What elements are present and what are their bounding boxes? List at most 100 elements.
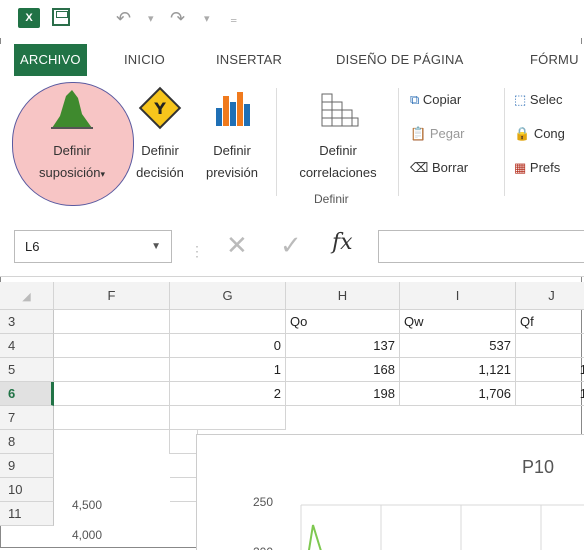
define-decision-label-2: decisión — [136, 165, 184, 180]
column-header-h[interactable]: H — [286, 282, 400, 310]
freeze-label: Cong — [533, 126, 565, 141]
table-cell[interactable]: 1,121 — [400, 358, 516, 382]
row-header-5[interactable]: 5 — [0, 358, 54, 382]
chart-plot — [300, 504, 584, 550]
row-header-6[interactable]: 6 — [0, 382, 54, 406]
tab-insertar[interactable]: INSERTAR — [216, 44, 282, 76]
redo-dropdown-icon[interactable]: ▾ — [204, 12, 210, 25]
table-cell[interactable]: Qo — [286, 310, 400, 334]
excel-logo-icon: X — [18, 8, 40, 28]
column-header-j[interactable]: J — [516, 282, 584, 310]
table-cell[interactable]: 137 — [286, 334, 400, 358]
corner-triangle-icon: ◢ — [22, 291, 31, 303]
table-cell[interactable] — [54, 358, 170, 382]
ribbon: Definir suposición▾ Y Definir decisión D… — [0, 76, 584, 217]
table-cell[interactable]: 2 — [170, 382, 286, 406]
column-header-i[interactable]: I — [400, 282, 516, 310]
name-box[interactable]: L6 ▼ — [14, 230, 172, 263]
ribbon-separator — [504, 88, 505, 196]
correlation-matrix-icon — [321, 93, 359, 127]
row-header-7[interactable]: 7 — [0, 406, 54, 430]
insert-function-icon[interactable]: fx — [332, 230, 353, 255]
table-cell[interactable] — [170, 478, 198, 502]
row-header-10[interactable]: 10 — [0, 478, 54, 502]
row-header-9[interactable]: 9 — [0, 454, 54, 478]
define-assumption-label-2: suposición▾ — [39, 165, 105, 180]
table-cell[interactable]: 1,706 — [400, 382, 516, 406]
table-cell[interactable]: 0 — [170, 334, 286, 358]
freeze-button[interactable]: 🔒 Cong — [514, 126, 565, 142]
table-cell[interactable]: Qf — [516, 310, 584, 334]
quick-access-toolbar: X ↶ ▾ ↷ ▾ ₌ — [0, 0, 584, 38]
row-header-4[interactable]: 4 — [0, 334, 54, 358]
enter-icon[interactable]: ✓ — [280, 230, 302, 260]
define-assumption-button[interactable]: Definir suposición▾ — [18, 86, 126, 185]
name-box-value: L6 — [25, 239, 40, 254]
save-icon[interactable] — [52, 8, 70, 26]
table-cell[interactable]: 168 — [286, 358, 400, 382]
chart-area[interactable]: P10 250 200 — [196, 434, 584, 550]
table-cell[interactable]: Qw — [400, 310, 516, 334]
table-cell[interactable] — [170, 454, 198, 478]
select-icon: ⬚ — [514, 92, 527, 107]
redo-icon[interactable]: ↷ — [170, 8, 185, 29]
column-header-f[interactable]: F — [54, 282, 170, 310]
paste-button[interactable]: 📋 Pegar — [410, 126, 465, 142]
clear-button[interactable]: ⌫ Borrar — [410, 160, 468, 176]
prefs-icon: ▦ — [514, 160, 527, 175]
undo-dropdown-icon[interactable]: ▾ — [148, 12, 154, 25]
group-label-definir: Definir — [314, 192, 349, 206]
table-cell[interactable] — [516, 334, 584, 358]
chevron-down-icon[interactable]: ▼ — [151, 231, 161, 262]
table-cell[interactable]: 198 — [286, 382, 400, 406]
tab-inicio[interactable]: INICIO — [124, 44, 165, 76]
table-cell[interactable] — [170, 406, 286, 430]
table-cell[interactable]: 1 — [170, 358, 286, 382]
define-forecast-label-2: previsión — [205, 165, 259, 180]
ribbon-tabs: ARCHIVO INICIO INSERTAR DISEÑO DE PÁGINA… — [0, 44, 584, 77]
spreadsheet-grid: ◢ F G H I J 3 4 5 6 7 8 9 10 11 Qo Qw Qf… — [0, 282, 584, 550]
tab-diseno-de-pagina[interactable]: DISEÑO DE PÁGINA — [336, 44, 463, 76]
row-header-3[interactable]: 3 — [0, 310, 54, 334]
table-cell[interactable] — [170, 430, 198, 454]
forecast-chart-icon — [216, 92, 250, 126]
copy-icon: ⧉ — [410, 92, 420, 107]
table-cell[interactable] — [54, 430, 170, 454]
ribbon-separator — [398, 88, 399, 196]
select-button[interactable]: ⬚ Selec — [514, 92, 562, 108]
define-correlations-button[interactable]: Definir correlaciones — [284, 86, 392, 184]
tab-archivo[interactable]: ARCHIVO — [14, 44, 87, 76]
row-header-11[interactable]: 11 — [0, 502, 54, 526]
formula-bar: L6 ▼ ⋮ ✕ ✓ fx — [0, 216, 584, 277]
clear-label: Borrar — [432, 160, 469, 175]
prefs-label: Prefs — [529, 160, 561, 175]
table-cell[interactable] — [54, 382, 170, 406]
table-cell[interactable]: 537 — [400, 334, 516, 358]
table-cell[interactable] — [170, 310, 286, 334]
table-cell[interactable]: 1 — [516, 382, 584, 406]
cancel-icon[interactable]: ✕ — [226, 230, 248, 260]
distribution-icon — [51, 90, 93, 129]
eraser-icon: ⌫ — [410, 160, 429, 175]
prefs-button[interactable]: ▦ Prefs — [514, 160, 560, 176]
more-icon: ⋮ — [190, 243, 204, 259]
define-forecast-button[interactable]: Definir previsión — [196, 86, 268, 184]
select-all-corner[interactable]: ◢ — [0, 282, 54, 310]
table-cell[interactable] — [54, 334, 170, 358]
svg-text:Y: Y — [153, 99, 166, 118]
column-header-g[interactable]: G — [170, 282, 286, 310]
formula-input[interactable] — [378, 230, 584, 263]
paste-label: Pegar — [429, 126, 465, 141]
tab-formulas[interactable]: FÓRMU — [530, 44, 579, 76]
chart-title: P10 — [522, 457, 555, 477]
copy-button[interactable]: ⧉ Copiar — [410, 92, 461, 108]
define-forecast-label-1: Definir — [213, 143, 251, 158]
define-decision-button[interactable]: Y Definir decisión — [128, 86, 192, 184]
row-header-8[interactable]: 8 — [0, 430, 54, 454]
table-cell[interactable]: 1 — [516, 358, 584, 382]
customize-qat-icon[interactable]: ₌ — [230, 10, 237, 27]
table-cell[interactable] — [54, 310, 170, 334]
table-cell[interactable] — [54, 406, 170, 430]
axis-tick-label: 4,000 — [72, 528, 103, 542]
undo-icon[interactable]: ↶ — [116, 8, 131, 29]
